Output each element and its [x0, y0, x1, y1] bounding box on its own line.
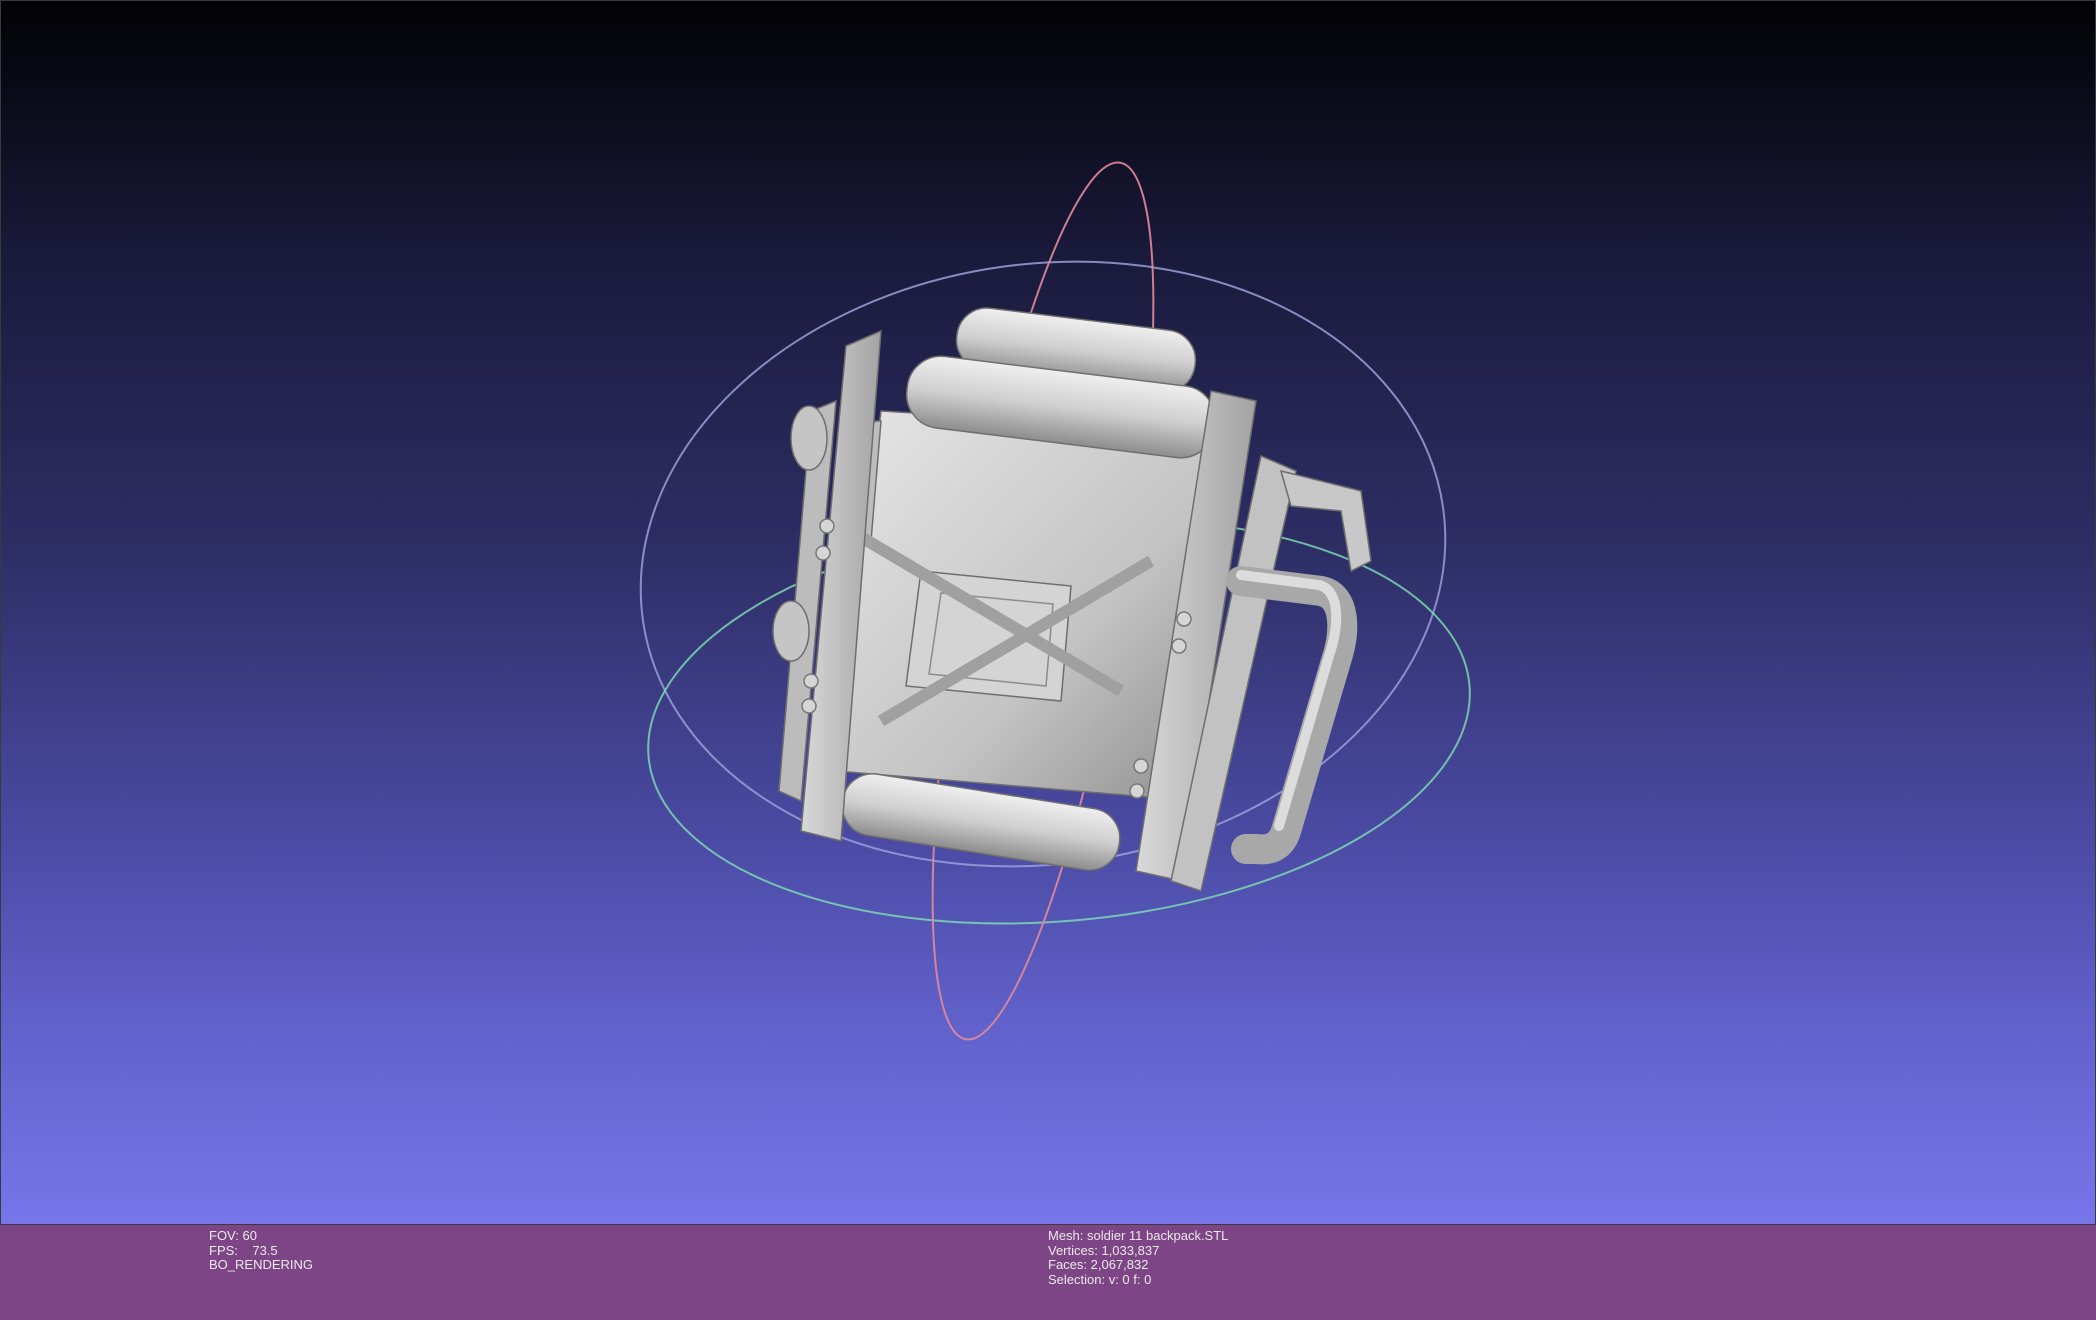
scene-canvas[interactable]: [1, 1, 2096, 1226]
backpack-model[interactable]: [772, 305, 1372, 892]
selection-info: Selection: v: 0 f: 0: [1048, 1271, 1152, 1287]
fov-readout: FOV: 60: [209, 1228, 257, 1243]
hook-bracket: [1279, 469, 1372, 573]
vertex-count: Vertices: 1,033,837: [1048, 1242, 1160, 1258]
fps-readout: FPS: 73.5: [209, 1242, 278, 1258]
left-cap-bottom: [772, 600, 810, 662]
mesh-name: Mesh: soldier 11 backpack.STL: [1048, 1228, 1229, 1243]
left-cap-top: [790, 405, 828, 471]
render-info: FOV: 60 FPS: 73.5 BO_RENDERING: [209, 1228, 314, 1273]
3d-viewport[interactable]: [0, 0, 2096, 1225]
render-mode: BO_RENDERING: [209, 1257, 314, 1273]
mesh-info: Mesh: soldier 11 backpack.STL Vertices: …: [1048, 1228, 1229, 1287]
face-count: Faces: 2,067,832: [1048, 1257, 1149, 1273]
status-bar: FOV: 60 FPS: 73.5 BO_RENDERING Mesh: sol…: [0, 1225, 2096, 1320]
